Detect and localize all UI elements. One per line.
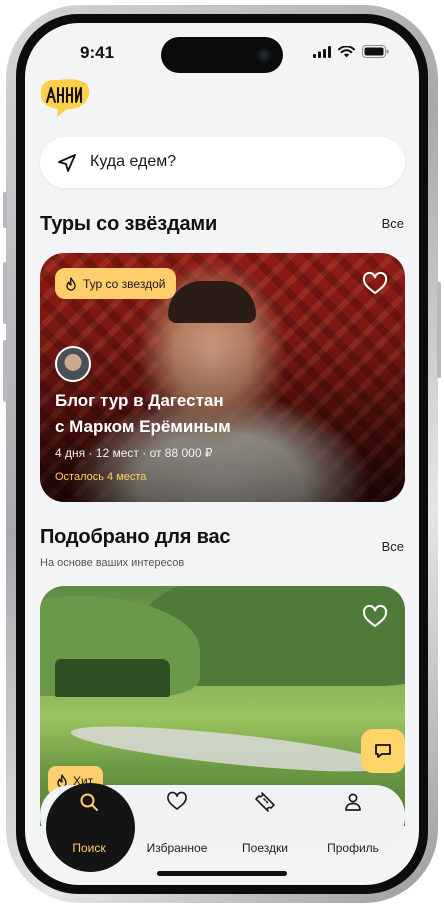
status-bar: 9:41 bbox=[25, 23, 419, 81]
phone-action-button bbox=[3, 192, 7, 228]
star-tour-meta: 4 дня · 12 мест · от 88 000 ₽ bbox=[55, 446, 213, 460]
tab-search[interactable]: Поиск bbox=[46, 785, 132, 855]
heart-icon[interactable] bbox=[362, 272, 388, 296]
card-photo-trees bbox=[55, 659, 170, 697]
search-bar[interactable]: Куда едем? bbox=[40, 137, 405, 188]
star-tour-title-line1: Блог тур в Дагестан bbox=[55, 391, 224, 410]
person-icon bbox=[345, 793, 361, 811]
flame-icon bbox=[66, 276, 76, 291]
status-icons bbox=[313, 45, 389, 58]
tab-profile-label: Профиль bbox=[327, 841, 379, 855]
tab-search-label: Поиск bbox=[72, 841, 106, 855]
stars-section-title: Туры со звёздами bbox=[40, 213, 218, 235]
tab-trips-label: Поездки bbox=[242, 841, 288, 855]
star-tour-title: Блог тур в Дагестан с Марком Ерёминым bbox=[55, 388, 295, 440]
tab-favorites[interactable]: Избранное bbox=[134, 785, 220, 855]
star-tour-card[interactable]: Тур со звездой Блог тур в Дагестан с Мар… bbox=[40, 253, 405, 502]
front-camera-icon bbox=[257, 48, 271, 62]
heart-icon bbox=[167, 791, 187, 810]
chat-icon bbox=[375, 744, 391, 758]
stars-see-all-link[interactable]: Все bbox=[382, 216, 404, 231]
app-screen: 9:41 Куда едем? Туры со звёздами Все Тур… bbox=[25, 23, 419, 885]
chat-button[interactable] bbox=[361, 729, 405, 773]
phone-volume-up bbox=[3, 262, 7, 324]
phone-volume-down bbox=[3, 340, 7, 402]
tab-trips[interactable]: Поездки bbox=[222, 785, 308, 855]
star-tour-badge: Тур со звездой bbox=[55, 268, 177, 299]
app-logo bbox=[41, 79, 90, 117]
card-photo-stream bbox=[69, 717, 391, 781]
picked-section-title: Подобрано для вас bbox=[40, 526, 231, 548]
wifi-icon bbox=[338, 45, 355, 57]
location-arrow-icon bbox=[58, 154, 76, 172]
star-tour-badge-label: Тур со звездой bbox=[83, 276, 166, 291]
star-tour-availability: Осталось 4 места bbox=[55, 471, 147, 483]
signal-icon bbox=[313, 45, 331, 58]
star-tour-title-line2: с Марком Ерёминым bbox=[55, 417, 231, 436]
picked-section-subtitle: На основе ваших интересов bbox=[40, 557, 185, 569]
host-avatar bbox=[55, 346, 91, 382]
tab-favorites-label: Избранное bbox=[146, 841, 208, 855]
search-input[interactable]: Куда едем? bbox=[90, 153, 176, 171]
home-indicator bbox=[157, 871, 287, 876]
search-icon bbox=[80, 793, 98, 811]
dynamic-island bbox=[161, 37, 283, 73]
tab-profile[interactable]: Профиль bbox=[310, 785, 396, 855]
battery-icon bbox=[362, 45, 389, 58]
status-time: 9:41 bbox=[80, 43, 115, 62]
heart-icon[interactable] bbox=[362, 605, 388, 629]
picked-see-all-link[interactable]: Все bbox=[382, 539, 404, 554]
ticket-icon bbox=[255, 792, 275, 812]
phone-power-button bbox=[437, 282, 441, 378]
